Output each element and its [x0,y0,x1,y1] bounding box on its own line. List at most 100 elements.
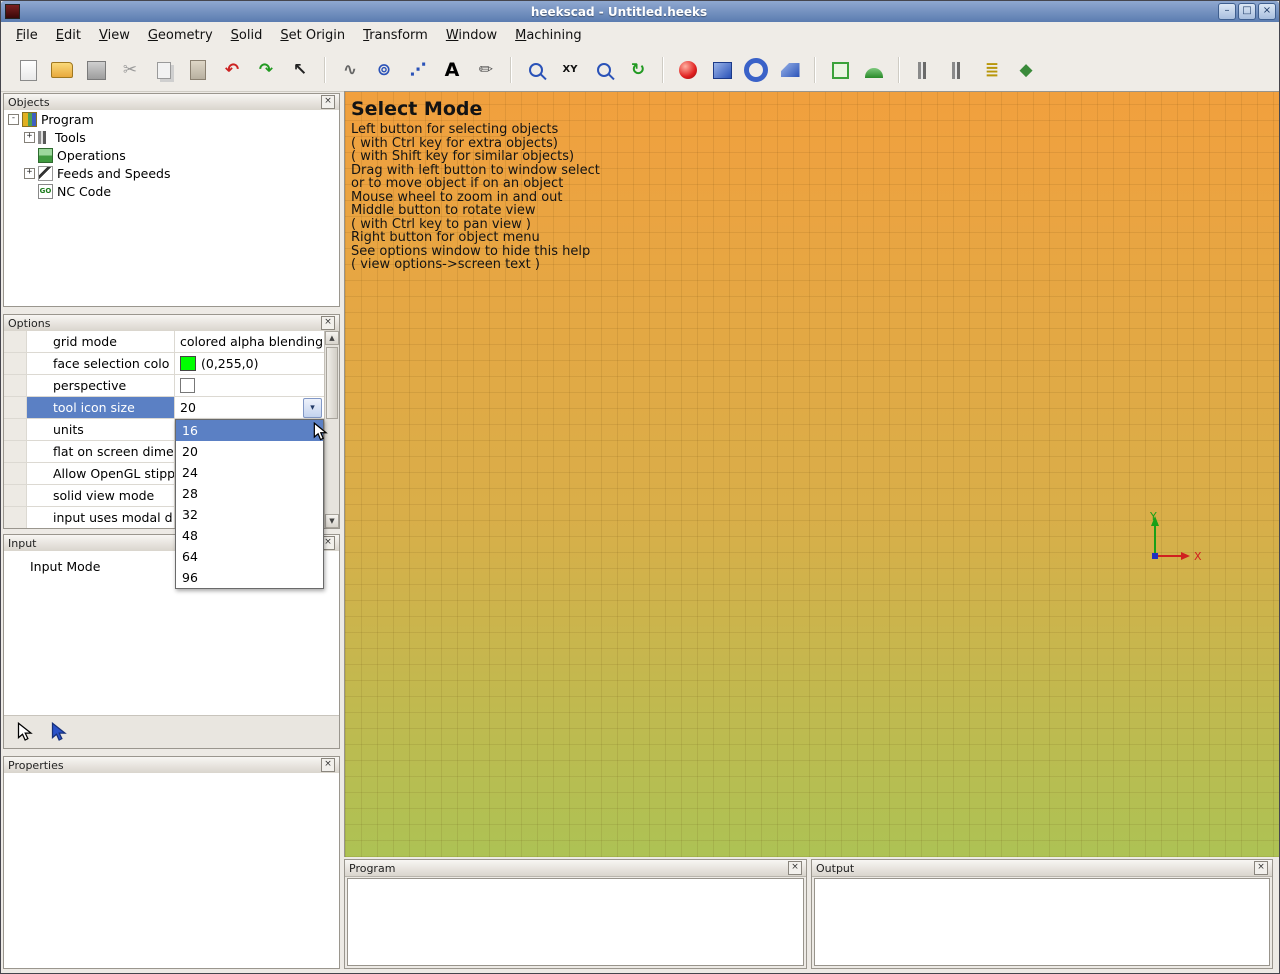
graphics-canvas[interactable]: Select Mode Left button for selecting ob… [344,91,1280,857]
scrollbar-thumb[interactable] [326,347,338,419]
wedge-icon[interactable] [773,55,807,85]
new-document-icon[interactable] [11,55,45,85]
sketch-icon[interactable]: ∿ [333,55,367,85]
tree-expander-icon[interactable]: + [24,132,35,143]
speeds-icon[interactable]: ≣ [975,55,1009,85]
close-button[interactable]: × [1258,3,1276,20]
cube-icon[interactable] [705,55,739,85]
endmill-icon[interactable] [907,55,941,85]
save-icon[interactable] [79,55,113,85]
zoom-window-icon[interactable] [519,55,553,85]
program-text-area[interactable] [347,878,804,966]
text-icon[interactable]: A [435,55,469,85]
menu-transform[interactable]: Transform [354,25,437,46]
paste-icon[interactable] [181,55,215,85]
menu-geometry[interactable]: Geometry [139,25,222,46]
toolbar-separator [510,57,512,83]
open-folder-icon[interactable] [45,55,79,85]
pointer-outline-icon[interactable] [14,720,38,744]
menu-file[interactable]: File [7,25,47,46]
dropdown-option-96[interactable]: 96 [176,567,323,588]
output-panel-titlebar[interactable]: Output × [812,860,1272,877]
select-icon[interactable]: ↖ [283,55,317,85]
objects-tree: -Program+ToolsOperations+Feeds and Speed… [4,110,339,306]
help-line: Middle button to rotate view [351,204,600,218]
post-process-glyph: ◆ [1019,62,1032,79]
help-line: ( with Shift key for similar objects) [351,150,600,164]
properties-close-icon[interactable]: × [321,758,335,772]
option-value[interactable]: colored alpha blending [175,331,339,352]
copy-icon[interactable] [147,55,181,85]
option-label: units [27,419,175,440]
line-points-icon[interactable]: ⋰ [401,55,435,85]
view-rotate-icon[interactable] [587,55,621,85]
dropdown-option-32[interactable]: 32 [176,504,323,525]
open-folder-glyph [51,62,73,78]
option-value[interactable] [175,375,339,396]
color-swatch[interactable] [180,356,196,371]
option-row-tool-icon-size[interactable]: tool icon size20▾ [4,397,339,419]
options-panel-titlebar[interactable]: Options × [4,315,339,332]
dropdown-option-20[interactable]: 20 [176,441,323,462]
combo-dropdown-icon[interactable]: ▾ [303,398,322,418]
menu-machining[interactable]: Machining [506,25,591,46]
menu-edit[interactable]: Edit [47,25,90,46]
tree-item-nc-code[interactable]: GONC Code [4,182,339,200]
objects-panel: Objects × -Program+ToolsOperations+Feeds… [3,93,340,307]
dimension-icon[interactable]: ✏ [469,55,503,85]
option-value[interactable]: 20▾ [175,397,339,418]
mouse-cursor [312,422,330,442]
torus-icon[interactable] [739,55,773,85]
screen-text-icon[interactable] [823,55,857,85]
output-text-area[interactable] [814,878,1270,966]
option-row-face-selection-colo[interactable]: face selection colo(0,255,0) [4,353,339,375]
tree-item-operations[interactable]: Operations [4,146,339,164]
redraw-icon[interactable]: ↻ [621,55,655,85]
cube-glyph [713,62,732,79]
dropdown-option-48[interactable]: 48 [176,525,323,546]
tree-item-feeds-and-speeds[interactable]: +Feeds and Speeds [4,164,339,182]
options-close-icon[interactable]: × [321,316,335,330]
program-close-icon[interactable]: × [788,861,802,875]
cut-icon[interactable]: ✂ [113,55,147,85]
undo-icon[interactable]: ↶ [215,55,249,85]
dropdown-option-28[interactable]: 28 [176,483,323,504]
view-xy-icon[interactable]: XY [553,55,587,85]
program-panel-title: Program [349,862,788,875]
sphere-icon[interactable] [671,55,705,85]
tree-item-program[interactable]: -Program [4,110,339,128]
checkbox[interactable] [180,378,195,393]
dropdown-option-64[interactable]: 64 [176,546,323,567]
option-row-grid-mode[interactable]: grid modecolored alpha blending [4,331,339,353]
option-value[interactable]: (0,255,0) [175,353,339,374]
menu-window[interactable]: Window [437,25,506,46]
objects-close-icon[interactable]: × [321,95,335,109]
output-close-icon[interactable]: × [1254,861,1268,875]
pointer-blue-icon[interactable] [48,720,72,744]
grid-gutter [4,331,27,352]
scroll-up-icon[interactable]: ▲ [325,331,339,345]
dropdown-option-24[interactable]: 24 [176,462,323,483]
window-icon [5,4,20,19]
minimize-button[interactable]: – [1218,3,1236,20]
properties-panel-titlebar[interactable]: Properties × [4,757,339,774]
fillet-icon[interactable] [857,55,891,85]
tree-label: NC Code [57,184,111,199]
torus-glyph [744,58,768,82]
menu-solid[interactable]: Solid [222,25,272,46]
dropdown-option-16[interactable]: 16 [176,420,323,441]
scroll-down-icon[interactable]: ▼ [325,514,339,528]
post-process-icon[interactable]: ◆ [1009,55,1043,85]
redo-icon[interactable]: ↷ [249,55,283,85]
tree-item-tools[interactable]: +Tools [4,128,339,146]
maximize-button[interactable]: □ [1238,3,1256,20]
program-panel-titlebar[interactable]: Program × [345,860,806,877]
menu-set-origin[interactable]: Set Origin [271,25,354,46]
circles-icon[interactable]: ⊚ [367,55,401,85]
menu-view[interactable]: View [90,25,139,46]
objects-panel-titlebar[interactable]: Objects × [4,94,339,111]
drill-icon[interactable] [941,55,975,85]
option-row-perspective[interactable]: perspective [4,375,339,397]
tree-expander-icon[interactable]: - [8,114,19,125]
tree-expander-icon[interactable]: + [24,168,35,179]
